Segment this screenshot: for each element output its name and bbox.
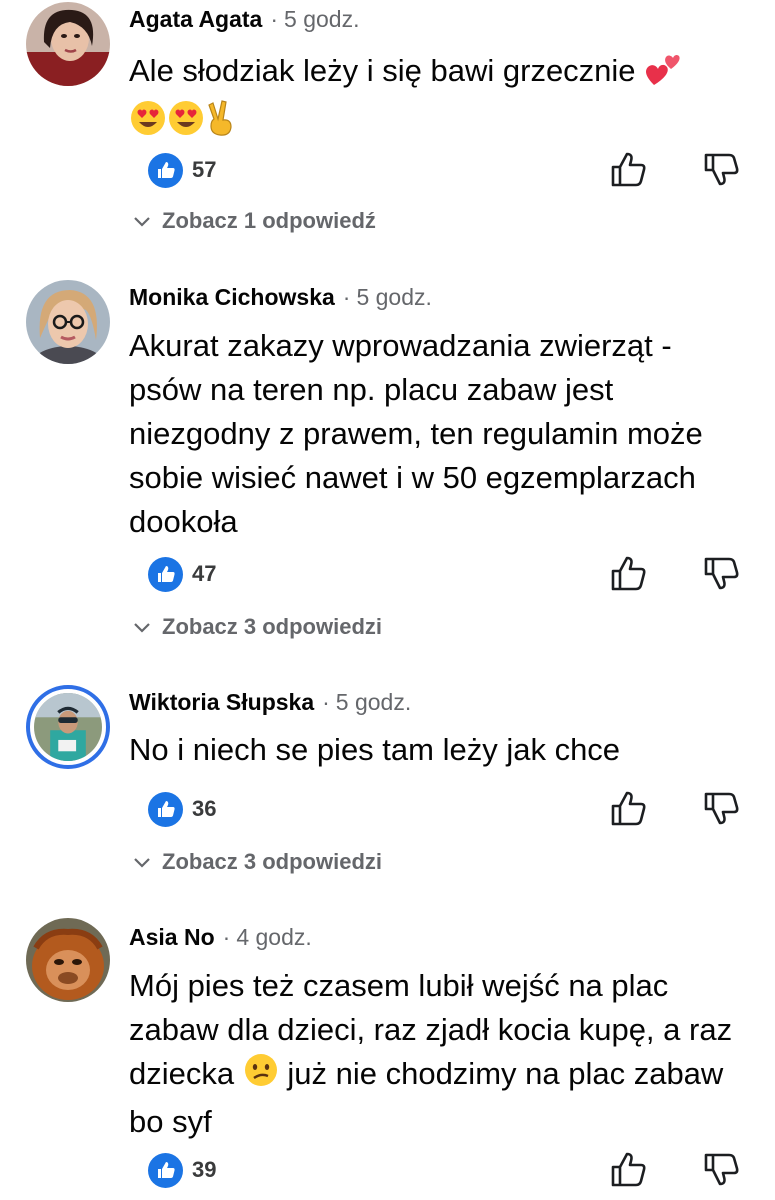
timestamp[interactable]: 4 godz. <box>236 924 311 950</box>
thumbs-up-icon <box>148 791 183 827</box>
chevron-down-icon <box>134 217 150 227</box>
thumbs-up-outline-icon <box>611 152 646 187</box>
like-count: 39 <box>192 1157 217 1182</box>
avatar[interactable] <box>26 280 110 364</box>
comment-text: Mój pies też czasem lubił wejść na plac … <box>129 964 749 1144</box>
comment-header: Agata Agata · 5 godz. <box>129 4 359 34</box>
author-name[interactable]: Asia No <box>129 924 215 950</box>
separator: · <box>270 6 279 32</box>
thumbs-up-icon <box>148 152 183 188</box>
confused-face-emoji <box>243 1052 279 1100</box>
avatar[interactable] <box>26 2 110 86</box>
timestamp[interactable]: 5 godz. <box>284 6 359 32</box>
like-count: 57 <box>192 157 217 182</box>
thumbs-up-outline-icon <box>611 556 646 591</box>
like-count: 36 <box>192 796 217 821</box>
avatar-photo <box>26 2 110 86</box>
comment-text-body: Ale słodziak leży i się bawi grzecznie <box>129 53 636 89</box>
view-replies-label: Zobacz 3 odpowiedzi <box>162 849 383 874</box>
upvote-button[interactable] <box>608 554 648 594</box>
comment-text: Akurat zakazy wprowadzania zwierząt - ps… <box>129 328 703 539</box>
reaction-summary[interactable]: 57 <box>148 152 216 188</box>
reaction-summary[interactable]: 36 <box>148 791 216 827</box>
separator: · <box>342 284 351 310</box>
thumbs-up-outline-icon <box>611 1152 646 1187</box>
view-replies-label: Zobacz 3 odpowiedzi <box>162 614 383 639</box>
downvote-button[interactable] <box>701 554 741 594</box>
heart-eyes-emoji <box>129 99 167 149</box>
chevron-down-icon <box>134 858 150 868</box>
author-name[interactable]: Agata Agata <box>129 6 262 32</box>
thumbs-down-outline-icon <box>704 792 739 825</box>
comment-header: Monika Cichowska · 5 godz. <box>129 282 432 312</box>
chevron-down-icon <box>134 623 150 633</box>
downvote-button[interactable] <box>701 150 741 190</box>
avatar-photo <box>26 280 110 364</box>
two-hearts-emoji <box>644 47 684 99</box>
upvote-button[interactable] <box>608 150 648 190</box>
avatar[interactable] <box>26 918 110 1002</box>
reaction-summary[interactable]: 39 <box>148 1152 216 1188</box>
thumbs-down-outline-icon <box>704 153 739 186</box>
separator: · <box>222 924 231 950</box>
view-replies-link[interactable]: Zobacz 3 odpowiedzi <box>132 849 382 875</box>
author-name[interactable]: Monika Cichowska <box>129 284 335 310</box>
upvote-button[interactable] <box>608 789 648 829</box>
author-name[interactable]: Wiktoria Słupska <box>129 689 314 715</box>
thumbs-down-outline-icon <box>704 557 739 590</box>
comment-header: Asia No · 4 godz. <box>129 922 312 952</box>
view-replies-label: Zobacz 1 odpowiedź <box>162 208 376 233</box>
comment-text: No i niech se pies tam leży jak chce <box>129 732 621 767</box>
comment-text: Ale słodziak leży i się bawi grzecznie <box>129 47 749 149</box>
timestamp[interactable]: 5 godz. <box>356 284 431 310</box>
avatar-photo <box>26 918 110 1002</box>
thumbs-up-outline-icon <box>611 791 646 826</box>
thumbs-down-outline-icon <box>704 1153 739 1186</box>
heart-eyes-emoji <box>167 99 205 149</box>
avatar-photo <box>34 693 102 761</box>
upvote-button[interactable] <box>608 1150 648 1190</box>
thumbs-up-icon <box>148 556 183 592</box>
victory-hand-emoji <box>205 99 237 149</box>
view-replies-link[interactable]: Zobacz 1 odpowiedź <box>132 208 376 234</box>
thumbs-up-icon <box>148 1152 183 1188</box>
avatar-with-story-ring[interactable] <box>26 685 110 769</box>
downvote-button[interactable] <box>701 789 741 829</box>
reaction-summary[interactable]: 47 <box>148 556 216 592</box>
view-replies-link[interactable]: Zobacz 3 odpowiedzi <box>132 614 382 640</box>
timestamp[interactable]: 5 godz. <box>336 689 411 715</box>
like-count: 47 <box>192 561 217 586</box>
comment-header: Wiktoria Słupska · 5 godz. <box>129 687 411 717</box>
separator: · <box>322 689 330 715</box>
downvote-button[interactable] <box>701 1150 741 1190</box>
